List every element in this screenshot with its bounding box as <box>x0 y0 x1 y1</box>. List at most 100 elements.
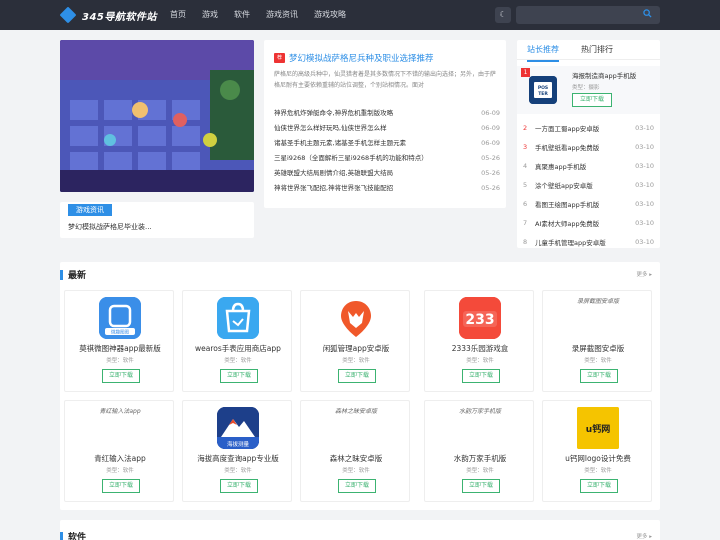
featured-app-name[interactable]: 海报制造商app手机版 <box>572 70 636 80</box>
app-card[interactable]: 水韵万家手机版 水韵万家手机版 类型：软件 立即下载 <box>424 400 534 502</box>
app-name[interactable]: 水韵万家手机版 <box>427 453 533 464</box>
sidebar-rankings: 站长推荐 热门排行 1 POS TER 海报制造商app手机版 类型：摄影 立即下… <box>517 40 660 248</box>
app-name[interactable]: wearos手表应用商店app <box>185 343 291 354</box>
game-box-233-icon: 233 <box>459 297 501 339</box>
nav-games[interactable]: 游戏 <box>202 0 218 30</box>
news-item[interactable]: 诸基圣手机主题元素,诸基圣手机怎样主题元素 06-09 <box>274 136 500 151</box>
news-item[interactable]: 三星i9268（全面解析三星i9268手机的功能和特点） 05-26 <box>274 151 500 166</box>
svg-text:u钙网: u钙网 <box>586 423 610 435</box>
more-link[interactable]: 更多 ▸ <box>636 270 652 278</box>
app-type: 类型：软件 <box>224 358 252 364</box>
recommend-tag: 荐 <box>274 53 285 63</box>
app-type: 类型：软件 <box>342 358 370 364</box>
featured-download-button[interactable]: 立即下载 <box>572 93 612 107</box>
rank-number: 4 <box>523 161 528 170</box>
search-icon[interactable] <box>643 9 653 21</box>
featured-app[interactable]: 1 POS TER 海报制造商app手机版 类型：摄影 立即下载 <box>517 66 660 114</box>
site-logo[interactable]: 345导航软件站 <box>59 6 157 24</box>
rank-item[interactable]: 3 手机壁纸看app免费版 03-10 <box>523 137 654 156</box>
rank-name: 手机壁纸看app免费版 <box>535 143 600 152</box>
top-navbar: 345导航软件站 首页 游戏 软件 游戏资讯 游戏攻略 ☾ <box>0 0 720 30</box>
broken-image-alt-text: 录屏截图安卓版 <box>576 298 619 305</box>
rank-date: 03-10 <box>635 218 654 227</box>
svg-text:POS: POS <box>538 85 548 91</box>
rank-item[interactable]: 7 AI素材大师app免费版 03-10 <box>523 213 654 232</box>
main-nav: 首页 游戏 软件 游戏资讯 游戏攻略 <box>170 0 362 30</box>
hero-game-image[interactable] <box>60 40 254 192</box>
app-name[interactable]: 录屏截图安卓版 <box>545 343 651 354</box>
featured-article: 荐 梦幻模拟战萨格尼兵种及职业选择推荐 萨格尼的高级兵种中，仙灵猎者着是其多数情… <box>264 40 506 208</box>
news-title: 神界危机炸弹艇命令,神界危机重制版攻略 <box>274 109 394 117</box>
article-title-row[interactable]: 荐 梦幻模拟战萨格尼兵种及职业选择推荐 <box>274 52 434 64</box>
rank-date: 03-10 <box>635 142 654 151</box>
fox-map-pin-icon <box>335 297 377 339</box>
svg-text:TER: TER <box>538 91 548 97</box>
news-item[interactable]: 仙侠世界怎么样好玩吗,仙侠世界怎么样 06-09 <box>274 121 500 136</box>
news-title: 英雄联盟大结局剧情介绍,英雄联盟大结局 <box>274 169 394 177</box>
news-title: 神将世界张飞配招,神将世界张飞技能配招 <box>274 184 394 192</box>
app-card[interactable]: 海拔测量 海拔高度查询app专业版 类型：软件 立即下载 <box>182 400 292 502</box>
rank-item[interactable]: 2 一方面工蜀app安卓版 03-10 <box>523 118 654 137</box>
rank-item[interactable]: 4 真聚惠app手机版 03-10 <box>523 156 654 175</box>
tab-recommended[interactable]: 站长推荐 <box>527 40 559 62</box>
app-card[interactable]: 森林之昧安卓版 森林之昧安卓版 类型：软件 立即下载 <box>300 400 410 502</box>
hero-caption[interactable]: 游戏资讯 梦幻模拟战萨格尼毕业装... <box>60 202 254 238</box>
nav-game-news[interactable]: 游戏资讯 <box>266 0 298 30</box>
rank-name: 真聚惠app手机版 <box>535 162 587 171</box>
app-name[interactable]: u钙网logo设计免费 <box>545 453 651 464</box>
download-button[interactable]: 立即下载 <box>338 369 376 383</box>
altitude-mountain-app-icon: 海拔测量 <box>217 407 259 449</box>
rank-name: 涂个壁纸app安卓版 <box>535 181 593 190</box>
app-card[interactable]: u钙网 u钙网logo设计免费 类型：软件 立即下载 <box>542 400 652 502</box>
download-button[interactable]: 立即下载 <box>102 369 140 383</box>
nav-home[interactable]: 首页 <box>170 0 186 30</box>
download-button[interactable]: 立即下载 <box>220 479 258 493</box>
rank-date: 03-10 <box>635 161 654 170</box>
app-name[interactable]: 海拔高度查询app专业版 <box>185 453 291 464</box>
nav-software[interactable]: 软件 <box>234 0 250 30</box>
news-title: 三星i9268（全面解析三星i9268手机的功能和特点） <box>274 154 428 162</box>
rank-number: 2 <box>523 123 528 132</box>
broken-image-alt-text: 水韵万家手机版 <box>458 408 501 415</box>
download-button[interactable]: 立即下载 <box>220 369 258 383</box>
download-button[interactable]: 立即下载 <box>580 369 618 383</box>
download-button[interactable]: 立即下载 <box>580 479 618 493</box>
rank-item[interactable]: 6 看图王绘图app手机版 03-10 <box>523 194 654 213</box>
news-date: 05-26 <box>481 169 500 177</box>
app-card[interactable]: 233 2333乐园游戏盒 类型：软件 立即下载 <box>424 290 534 392</box>
app-card[interactable]: 录屏截图安卓版 录屏截图安卓版 类型：软件 立即下载 <box>542 290 652 392</box>
download-button[interactable]: 立即下载 <box>338 479 376 493</box>
app-name[interactable]: 莫祺微图神器app最新版 <box>67 343 173 354</box>
app-card[interactable]: wearos手表应用商店app 类型：软件 立即下载 <box>182 290 292 392</box>
app-card[interactable]: 闲狐管理app安卓版 类型：软件 立即下载 <box>300 290 410 392</box>
section-title: 最新 <box>68 271 87 281</box>
rank-item[interactable]: 5 涂个壁纸app安卓版 03-10 <box>523 175 654 194</box>
news-item[interactable]: 英雄联盟大结局剧情介绍,英雄联盟大结局 05-26 <box>274 166 500 181</box>
rank-list: 2 一方面工蜀app安卓版 03-10 3 手机壁纸看app免费版 03-10 4 真聚惠… <box>523 118 654 251</box>
article-title[interactable]: 梦幻模拟战萨格尼兵种及职业选择推荐 <box>289 52 434 64</box>
app-name[interactable]: 2333乐园游戏盒 <box>427 343 533 354</box>
hero-category-badge[interactable]: 游戏资讯 <box>68 204 112 216</box>
download-button[interactable]: 立即下载 <box>462 479 500 493</box>
news-item[interactable]: 神界危机炸弹艇命令,神界危机重制版攻略 06-09 <box>274 106 500 121</box>
app-name[interactable]: 森林之昧安卓版 <box>303 453 409 464</box>
search-input[interactable] <box>516 6 660 24</box>
rank-date: 03-10 <box>635 123 654 132</box>
app-card[interactable]: 青红输入法app 青红输入法app 类型：软件 立即下载 <box>64 400 174 502</box>
dark-mode-toggle-moon-icon[interactable]: ☾ <box>495 7 511 23</box>
sidebar-tabs: 站长推荐 热门排行 <box>517 40 660 62</box>
news-date: 05-26 <box>481 154 500 162</box>
tab-hot-ranking[interactable]: 热门排行 <box>581 40 613 60</box>
download-button[interactable]: 立即下载 <box>102 479 140 493</box>
download-button[interactable]: 立即下载 <box>462 369 500 383</box>
rank-item[interactable]: 8 儿童手机管理app安卓版 03-10 <box>523 232 654 251</box>
app-name[interactable]: 闲狐管理app安卓版 <box>303 343 409 354</box>
broken-image-alt-text: 森林之昧安卓版 <box>334 408 377 415</box>
hero-caption-text[interactable]: 梦幻模拟战萨格尼毕业装... <box>68 222 152 232</box>
nav-game-guides[interactable]: 游戏攻略 <box>314 0 346 30</box>
news-date: 05-26 <box>481 184 500 192</box>
app-name[interactable]: 青红输入法app <box>67 453 173 464</box>
more-link[interactable]: 更多 ▸ <box>636 532 652 540</box>
app-card[interactable]: 微趣图图 莫祺微图神器app最新版 类型：软件 立即下载 <box>64 290 174 392</box>
news-item[interactable]: 神将世界张飞配招,神将世界张飞技能配招 05-26 <box>274 181 500 196</box>
